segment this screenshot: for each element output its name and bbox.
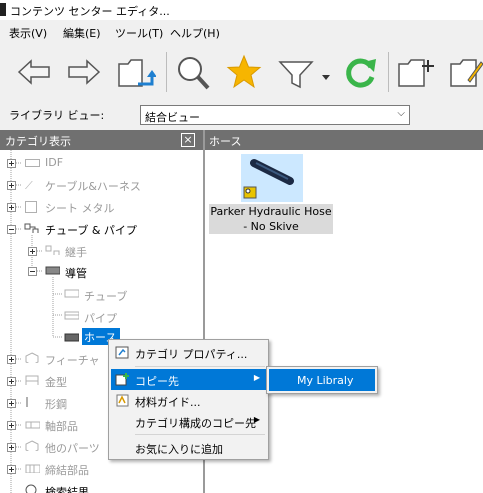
app-icon <box>0 3 6 16</box>
menu-edit[interactable]: 編集(E) <box>63 25 101 41</box>
hose-thumbnail-image <box>243 159 294 199</box>
item-panel-header: ホース <box>205 130 483 150</box>
menu-bar: 表示(V) 編集(E) ツール(T) ヘルプ(H) <box>0 22 483 42</box>
library-bar: ライブラリ ビュー: 結合ビュー ⌵ <box>0 102 483 128</box>
menu-help[interactable]: ヘルプ(H) <box>170 25 220 41</box>
search-button[interactable] <box>172 50 212 94</box>
submenu-arrow-icon: ▶ <box>253 415 260 424</box>
submenu-arrow-icon: ▶ <box>253 373 260 382</box>
refresh-button[interactable] <box>340 50 380 94</box>
edit-folder-button[interactable] <box>448 50 483 94</box>
library-view-select[interactable]: 結合ビュー ⌵ <box>140 105 410 125</box>
properties-icon <box>115 346 129 359</box>
favorite-star-icon <box>226 54 262 89</box>
folder-up-button[interactable] <box>116 50 156 94</box>
pipe-icon <box>64 311 79 320</box>
filter-dropdown[interactable] <box>321 50 331 94</box>
hose-icon <box>64 333 79 342</box>
search-icon <box>178 57 210 90</box>
idf-icon <box>25 159 40 167</box>
favorites-button[interactable] <box>224 50 264 94</box>
expand-toggle[interactable] <box>7 465 16 474</box>
steel-shape-icon <box>26 397 28 407</box>
category-panel-header: カテゴリ表示 × <box>0 130 203 150</box>
library-view-value: 結合ビュー <box>145 111 200 124</box>
forward-arrow-icon <box>68 59 101 85</box>
menu-tools[interactable]: ツール(T) <box>115 25 163 41</box>
menu-item-category-properties[interactable]: カテゴリ プロパティ... <box>111 342 266 363</box>
edit-folder-icon <box>450 59 483 87</box>
filter-button[interactable] <box>276 50 316 94</box>
category-panel-title: カテゴリ表示 <box>5 135 71 148</box>
mold-icon <box>25 375 39 385</box>
context-menu: カテゴリ プロパティ... コピー先 ▶ 材料ガイド... カテゴリ構成のコピー… <box>108 339 269 460</box>
expand-toggle[interactable] <box>7 181 16 190</box>
other-parts-icon <box>25 440 39 451</box>
copy-to-icon <box>115 373 129 386</box>
expand-toggle[interactable] <box>7 399 16 408</box>
expand-toggle[interactable] <box>7 377 16 386</box>
sheet-metal-icon <box>25 201 37 213</box>
conduit-icon <box>45 266 60 275</box>
collapse-toggle[interactable] <box>7 225 16 234</box>
menu-item-copy-category-structure[interactable]: カテゴリ構成のコピー先 ▶ <box>111 411 266 432</box>
back-arrow-icon <box>17 59 50 85</box>
material-guide-icon <box>116 394 129 407</box>
cable-icon: ⟋ <box>25 179 33 192</box>
back-button[interactable] <box>14 50 54 94</box>
collapse-toggle[interactable] <box>28 267 37 276</box>
tube-icon <box>64 289 79 298</box>
feature-icon <box>25 352 39 363</box>
fitting-icon <box>45 245 60 255</box>
fastener-icon <box>25 464 40 473</box>
expand-toggle[interactable] <box>7 355 16 364</box>
refresh-icon <box>346 58 376 88</box>
menu-view[interactable]: 表示(V) <box>9 25 47 41</box>
library-view-label: ライブラリ ビュー: <box>9 109 105 122</box>
menu-item-material-guide[interactable]: 材料ガイド... <box>111 390 266 411</box>
close-icon[interactable]: × <box>181 133 195 147</box>
search-results-icon <box>25 484 37 493</box>
expand-toggle[interactable] <box>7 421 16 430</box>
folder-up-icon <box>118 59 156 87</box>
item-panel-title: ホース <box>209 135 242 148</box>
forward-button[interactable] <box>64 50 104 94</box>
copy-to-submenu: My Libraly <box>266 366 378 394</box>
expand-toggle[interactable] <box>7 159 16 168</box>
shaft-part-icon <box>25 421 40 429</box>
submenu-item-my-library[interactable]: My Libraly <box>269 369 375 391</box>
window-title: コンテンツ センター エディタ... <box>10 5 170 18</box>
expand-toggle[interactable] <box>7 443 16 452</box>
expand-toggle[interactable] <box>28 247 37 256</box>
new-folder-button[interactable] <box>396 50 436 94</box>
item-caption[interactable]: Parker Hydraulic Hose - No Skive <box>209 204 333 234</box>
tube-pipe-icon <box>24 223 39 233</box>
item-caption-line2: - No Skive <box>243 220 299 233</box>
expand-toggle[interactable] <box>7 203 16 212</box>
title-bar: コンテンツ センター エディタ... <box>0 0 483 20</box>
filter-icon <box>278 61 314 89</box>
menu-item-add-to-favorites[interactable]: お気に入りに追加 <box>111 437 266 458</box>
item-caption-line1: Parker Hydraulic Hose <box>210 205 332 218</box>
chevron-down-icon: ⌵ <box>397 108 405 119</box>
dropdown-arrow-icon <box>322 75 330 80</box>
menu-item-copy-to[interactable]: コピー先 ▶ <box>111 369 266 390</box>
toolbar <box>0 44 483 100</box>
item-thumbnail[interactable] <box>241 154 303 202</box>
new-folder-icon <box>398 59 434 87</box>
